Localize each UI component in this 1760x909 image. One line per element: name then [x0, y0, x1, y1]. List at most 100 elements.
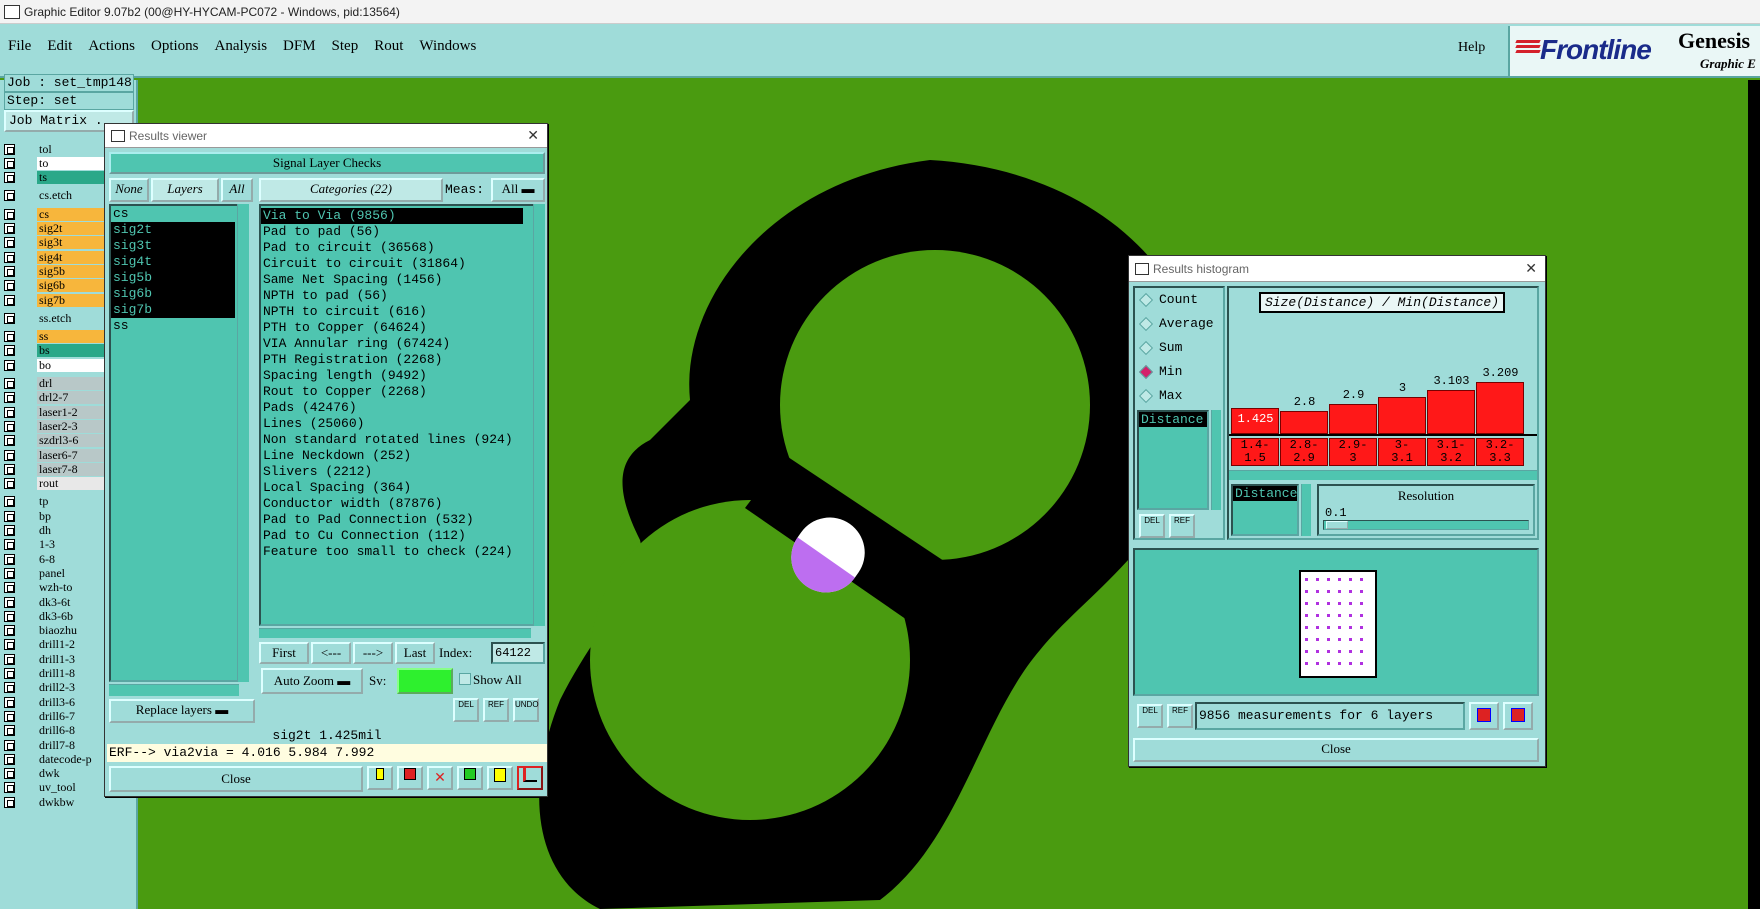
ref-button[interactable]: REF: [483, 698, 509, 722]
layer-checkbox[interactable]: [4, 223, 15, 234]
layer-checkbox[interactable]: [4, 312, 15, 324]
del-button[interactable]: DEL: [1139, 514, 1165, 538]
replace-layers-select[interactable]: Replace layers ▬: [109, 699, 255, 723]
result-layer-item[interactable]: sig7b: [111, 302, 235, 318]
histogram-bar[interactable]: [1378, 397, 1426, 434]
layer-checkbox[interactable]: [4, 392, 15, 404]
distance2-scrollbar[interactable]: [1301, 484, 1311, 536]
layer-checkbox[interactable]: [4, 280, 15, 292]
category-item[interactable]: Pad to pad (56): [261, 224, 523, 240]
layer-checkbox[interactable]: [4, 639, 15, 651]
category-item[interactable]: Conductor width (87876): [261, 496, 523, 512]
layer-checkbox[interactable]: [4, 208, 15, 220]
layer-checkbox[interactable]: [4, 725, 15, 737]
close-icon[interactable]: ✕: [527, 127, 539, 144]
category-item[interactable]: Lines (25060): [261, 416, 523, 432]
ref-button-2[interactable]: REF: [1167, 704, 1193, 728]
layer-checkbox[interactable]: [4, 567, 15, 579]
distance-list[interactable]: Distance: [1137, 410, 1209, 510]
prev-button[interactable]: <---: [311, 642, 351, 664]
categories-button[interactable]: Categories (22): [259, 178, 443, 202]
mode-radio-sum[interactable]: Sum: [1138, 340, 1182, 355]
layers-button[interactable]: Layers: [151, 178, 219, 202]
layer-checkbox[interactable]: [4, 463, 15, 475]
layer-checkbox[interactable]: [4, 539, 15, 551]
layer-checkbox[interactable]: [4, 625, 15, 637]
layer-checkbox[interactable]: [4, 406, 15, 418]
result-layer-item[interactable]: sig3t: [111, 238, 235, 254]
layer-checkbox[interactable]: [4, 172, 15, 184]
layer-checkbox[interactable]: [4, 510, 15, 522]
layer-checkbox[interactable]: [4, 359, 15, 371]
category-item[interactable]: Feature too small to check (224): [261, 544, 523, 560]
distance-list-2[interactable]: Distance: [1231, 484, 1299, 536]
radio-diamond-icon[interactable]: [1138, 340, 1154, 355]
category-item[interactable]: Circuit to circuit (31864): [261, 256, 523, 272]
result-layer-item[interactable]: sig4t: [111, 254, 235, 270]
layer-row[interactable]: dwkbw: [4, 795, 134, 809]
layer-checkbox[interactable]: [4, 435, 15, 447]
category-item[interactable]: Pad to Cu Connection (112): [261, 528, 523, 544]
none-button[interactable]: None: [109, 178, 149, 202]
highlight-icon[interactable]: [367, 766, 393, 790]
chart-hscrollbar[interactable]: [1229, 470, 1537, 480]
layer-checkbox[interactable]: [4, 682, 15, 694]
category-item[interactable]: Non standard rotated lines (924): [261, 432, 523, 448]
result-layer-item[interactable]: cs: [111, 206, 235, 222]
mode-radio-max[interactable]: Max: [1138, 388, 1182, 403]
show-all-checkbox[interactable]: [459, 673, 471, 685]
zoom-in-icon[interactable]: [1469, 702, 1499, 730]
layer-checkbox[interactable]: [4, 157, 15, 169]
layer-checkbox[interactable]: [4, 610, 15, 622]
mode-radio-min[interactable]: Min: [1138, 364, 1182, 379]
histogram-bar[interactable]: [1280, 411, 1328, 434]
categories-hscrollbar[interactable]: [259, 628, 531, 638]
histogram-bar[interactable]: [1427, 390, 1475, 434]
menu-windows[interactable]: Windows: [419, 38, 476, 55]
layer-checkbox[interactable]: [4, 696, 15, 708]
categories-scrollbar[interactable]: [533, 204, 545, 626]
layer-checkbox[interactable]: [4, 525, 15, 536]
radio-diamond-icon[interactable]: [1138, 388, 1154, 403]
del-button-2[interactable]: DEL: [1137, 704, 1163, 728]
category-item[interactable]: Local Spacing (364): [261, 480, 523, 496]
categories-list[interactable]: Via to Via (9856) Pad to pad (56) Pad to c…: [259, 204, 545, 626]
zoom-out-icon[interactable]: [1503, 702, 1533, 730]
histogram-icon[interactable]: [517, 766, 543, 790]
histogram-bar[interactable]: [1329, 404, 1377, 434]
layer-results-list[interactable]: cs sig2t sig3t sig4t sig5b sig6b sig7b ss: [109, 204, 249, 682]
layer-checkbox[interactable]: [4, 768, 15, 780]
category-item[interactable]: Pads (42476): [261, 400, 523, 416]
layer-list-scrollbar[interactable]: [237, 204, 249, 682]
ref-button[interactable]: REF: [1169, 514, 1195, 538]
radio-diamond-icon[interactable]: [1138, 292, 1154, 307]
next-button[interactable]: --->: [353, 642, 393, 664]
erase-icon[interactable]: ✕: [427, 766, 453, 790]
category-item[interactable]: Line Neckdown (252): [261, 448, 523, 464]
all-button[interactable]: All: [221, 178, 253, 202]
layer-checkbox[interactable]: [4, 582, 15, 594]
layer-checkbox[interactable]: [4, 251, 15, 263]
menu-dfm[interactable]: DFM: [283, 38, 316, 55]
layer-checkbox[interactable]: [4, 345, 15, 357]
result-layer-item[interactable]: ss: [111, 318, 235, 334]
category-item[interactable]: VIA Annular ring (67424): [261, 336, 523, 352]
radio-diamond-icon[interactable]: [1138, 316, 1154, 331]
category-item[interactable]: Slivers (2212): [261, 464, 523, 480]
distance-item-2[interactable]: Distance: [1233, 486, 1297, 501]
layer-checkbox[interactable]: [4, 420, 15, 432]
menu-rout[interactable]: Rout: [374, 38, 403, 55]
menu-options[interactable]: Options: [151, 38, 199, 55]
category-item[interactable]: Same Net Spacing (1456): [261, 272, 523, 288]
distance-item[interactable]: Distance: [1139, 412, 1207, 427]
auto-zoom-select[interactable]: Auto Zoom ▬: [261, 668, 363, 694]
undo-button[interactable]: UNDO: [513, 698, 539, 722]
layer-checkbox[interactable]: [4, 449, 15, 461]
distance-scrollbar[interactable]: [1211, 410, 1221, 510]
layer-list-hscrollbar[interactable]: [109, 684, 239, 696]
export-icon[interactable]: [397, 766, 423, 790]
slider-handle[interactable]: [1326, 521, 1348, 529]
close-button[interactable]: Close: [109, 766, 363, 792]
layer-checkbox[interactable]: [4, 553, 15, 565]
layer-checkbox[interactable]: [4, 753, 15, 765]
